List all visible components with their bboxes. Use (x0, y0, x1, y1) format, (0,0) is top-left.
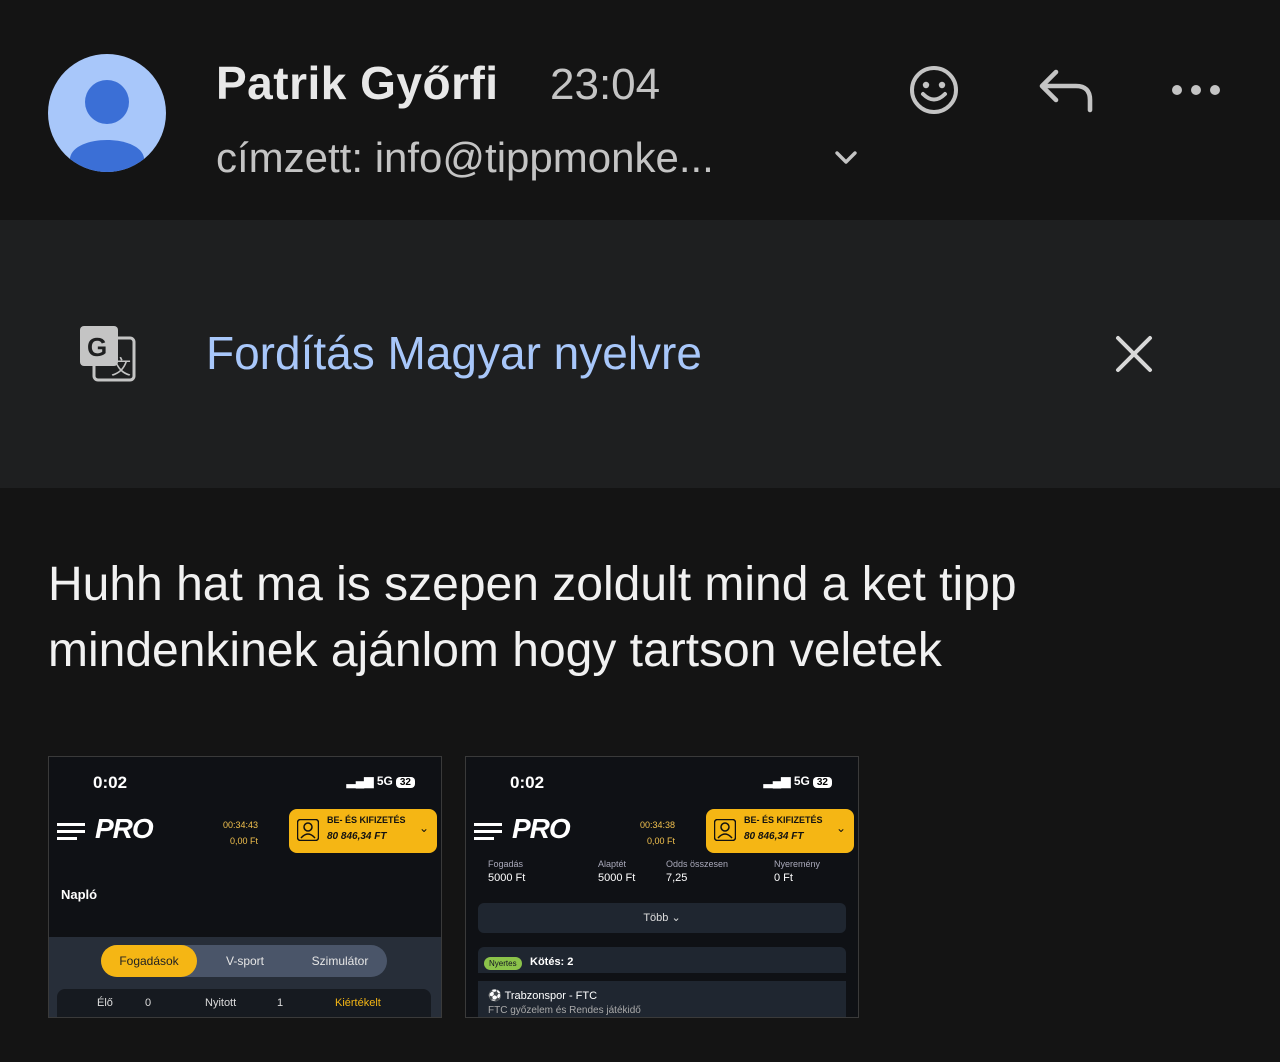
count-label: Nyitott (205, 997, 237, 1009)
emoji-icon[interactable] (906, 62, 962, 118)
match-detail: FTC győzelem és Rendes játékidő (488, 1005, 641, 1016)
more-button: Több ⌄ (478, 903, 846, 933)
person-icon (70, 80, 144, 172)
attachment-thumbnail[interactable]: 0:02 ▂▄▆ 5G 32 PRO 00:34:38 0,00 Ft BE- É… (465, 756, 859, 1018)
tab-v-sport: V-sport (225, 954, 264, 968)
user-icon (714, 819, 736, 841)
sender-avatar[interactable] (48, 54, 166, 172)
phone-status-bar: 0:02 ▂▄▆ 5G 32 (49, 757, 441, 807)
bet-counts: Élő 0 Nyitott 1 Kiértékelt (57, 989, 431, 1017)
message-body: Huhh hat ma is szepen zoldult mind a ket… (48, 552, 1248, 684)
message-line: mindenkinek ajánlom hogy tartson veletek (48, 624, 942, 677)
stat-odds: Odds összesen 7,25 (666, 859, 729, 884)
phone-clock: 0:02 (510, 773, 545, 792)
session-timer: 00:34:43 0,00 Ft (223, 820, 259, 846)
kotes-label: Kötés: 2 (530, 956, 574, 968)
close-icon[interactable] (1110, 330, 1158, 378)
signal-indicator: ▂▄▆ 5G 32 (764, 774, 832, 788)
session-timer: 00:34:38 0,00 Ft (640, 820, 676, 846)
chevron-down-icon: ⌄ (418, 821, 429, 835)
section-title: Napló (61, 887, 98, 902)
phone-clock: 0:02 (93, 773, 128, 792)
count-label: Élő (97, 997, 113, 1009)
reply-icon[interactable] (1036, 64, 1098, 116)
battery-icon: 32 (395, 777, 415, 788)
translate-link[interactable]: Fordítás Magyar nyelvre (206, 326, 702, 380)
message-line: Huhh hat ma is szepen zoldult mind a ket… (48, 558, 1017, 611)
signal-indicator: ▂▄▆ 5G 32 (347, 774, 415, 788)
chevron-down-icon[interactable] (828, 140, 864, 176)
attachment-thumbnail[interactable]: 0:02 ▂▄▆ 5G 32 PRO 00:34:43 0,00 Ft BE- É… (48, 756, 442, 1018)
winner-badge: Nyertes (484, 957, 522, 970)
stat-fogadas: Fogadás 5000 Ft (488, 859, 526, 884)
svg-text:G: G (87, 332, 107, 362)
count-label: Kiértékelt (335, 997, 381, 1009)
tab-fogadasok: Fogadások (101, 945, 197, 977)
app-logo: PRO (95, 813, 154, 844)
tab-bar: Fogadások V-sport Szimulátor (101, 945, 387, 977)
phone-status-bar: 0:02 ▂▄▆ 5G 32 (466, 757, 858, 807)
hamburger-menu-icon (57, 823, 85, 840)
deposit-button: BE- ÉS KIFIZETÉS 80 846,34 FT ⌄ (289, 809, 437, 853)
user-icon (297, 819, 319, 841)
message-time: 23:04 (550, 60, 661, 109)
stat-nyeremeny: Nyeremény 0 Ft (774, 859, 821, 884)
stat-alaptet: Alaptét 5000 Ft (598, 859, 636, 884)
more-icon[interactable] (1170, 80, 1222, 100)
sender-name: Patrik Győrfi (216, 57, 499, 109)
battery-icon: 32 (812, 777, 832, 788)
tab-szimulator: Szimulátor (311, 954, 369, 968)
svg-text:文: 文 (111, 356, 131, 379)
recipient-line[interactable]: címzett: info@tippmonke... (216, 134, 714, 182)
bet-stats: Fogadás 5000 Ft Alaptét 5000 Ft Odds össze… (478, 857, 846, 897)
chevron-down-icon: ⌄ (835, 821, 846, 835)
match-name: ⚽ Trabzonspor - FTC (488, 990, 598, 1002)
hamburger-menu-icon (474, 823, 502, 840)
bet-panel: Nyertes Kötés: 2 ⚽ Trabzonspor - FTC FTC… (478, 947, 846, 1017)
google-translate-icon: G 文 (80, 326, 136, 382)
count-value: 1 (277, 997, 284, 1009)
count-value: 0 (145, 997, 152, 1009)
deposit-button: BE- ÉS KIFIZETÉS 80 846,34 FT ⌄ (706, 809, 854, 853)
app-logo: PRO (512, 813, 571, 844)
